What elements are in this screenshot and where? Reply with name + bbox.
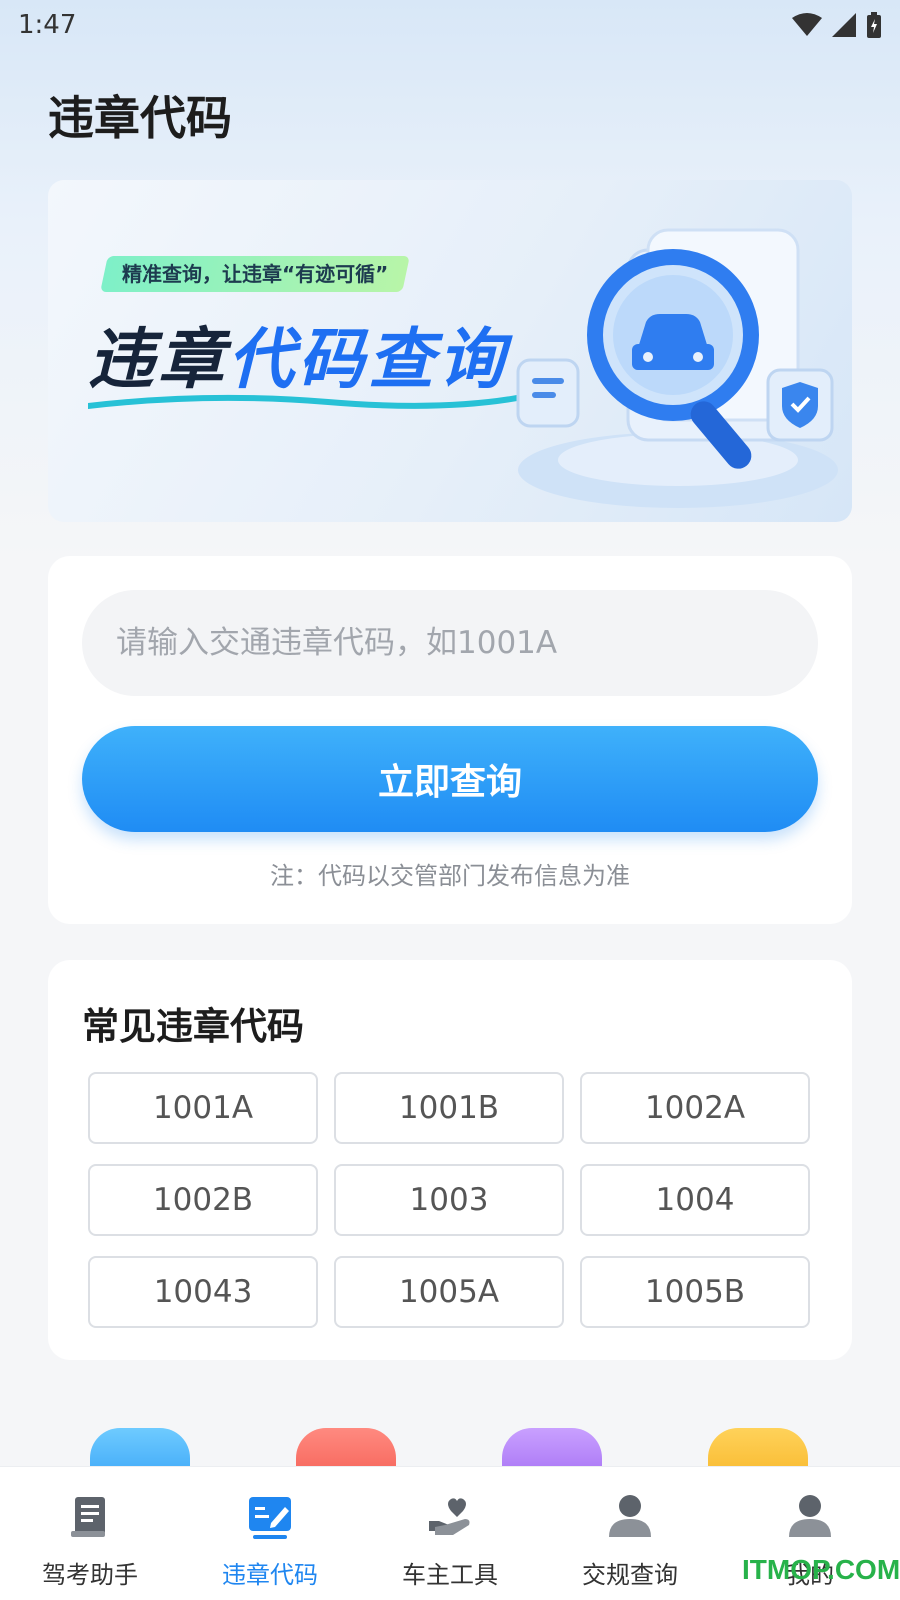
profile-icon — [789, 1495, 831, 1537]
banner-tag: 精准查询，让违章“有迹可循” — [100, 256, 411, 292]
hand-heart-icon — [429, 1498, 470, 1535]
status-bar: 1:47 — [0, 0, 900, 50]
search-card: 立即查询 注：代码以交管部门发布信息为准 — [48, 556, 852, 924]
common-codes-title: 常见违章代码 — [82, 1005, 304, 1048]
battery-icon — [867, 12, 881, 38]
nav-label: 驾考助手 — [42, 1561, 138, 1589]
code-chip[interactable]: 1005A — [334, 1256, 564, 1328]
nav-label: 车主工具 — [402, 1561, 498, 1589]
promo-banner[interactable]: 精准查询，让违章“有迹可循” 违章代码查询 — [48, 180, 852, 522]
code-chip[interactable]: 10043 — [88, 1256, 318, 1328]
nav-item-exam-assistant[interactable]: 驾考助手 — [0, 1467, 180, 1600]
code-chip[interactable]: 1002B — [88, 1164, 318, 1236]
wifi-icon — [792, 13, 822, 36]
code-chip[interactable]: 1002A — [580, 1072, 810, 1144]
violation-code-input[interactable] — [82, 590, 818, 696]
code-chip[interactable]: 1004 — [580, 1164, 810, 1236]
exam-book-icon — [71, 1497, 105, 1537]
disclaimer-note: 注：代码以交管部门发布信息为准 — [270, 862, 630, 890]
nav-label: 交规查询 — [582, 1561, 678, 1589]
banner-headline-blue: 代码查询 — [228, 321, 508, 398]
status-time: 1:47 — [18, 10, 77, 40]
site-watermark: ITMOP.COM — [742, 1554, 900, 1585]
magnifier-car-illustration — [516, 228, 838, 508]
page-title: 违章代码 — [48, 91, 232, 145]
banner-headline-dark: 违章 — [88, 321, 228, 398]
common-codes-card: 常见违章代码 1001A 1001B 1002A 1002B 1003 1004… — [48, 960, 852, 1360]
nav-item-violation-code[interactable]: 违章代码 — [180, 1467, 360, 1600]
violation-code-icon — [249, 1497, 291, 1539]
nav-item-traffic-rules[interactable]: 交规查询 — [540, 1467, 720, 1600]
query-now-button[interactable]: 立即查询 — [82, 726, 818, 832]
code-chip[interactable]: 1001B — [334, 1072, 564, 1144]
codes-grid: 1001A 1001B 1002A 1002B 1003 1004 10043 … — [88, 1072, 810, 1328]
nav-label: 违章代码 — [222, 1561, 318, 1589]
code-chip[interactable]: 1005B — [580, 1256, 810, 1328]
banner-swoosh-decoration — [88, 393, 528, 409]
code-chip[interactable]: 1003 — [334, 1164, 564, 1236]
signal-icon — [832, 13, 856, 37]
code-chip[interactable]: 1001A — [88, 1072, 318, 1144]
person-icon — [609, 1495, 651, 1537]
status-icons — [792, 12, 882, 38]
nav-item-owner-tools[interactable]: 车主工具 — [360, 1467, 540, 1600]
